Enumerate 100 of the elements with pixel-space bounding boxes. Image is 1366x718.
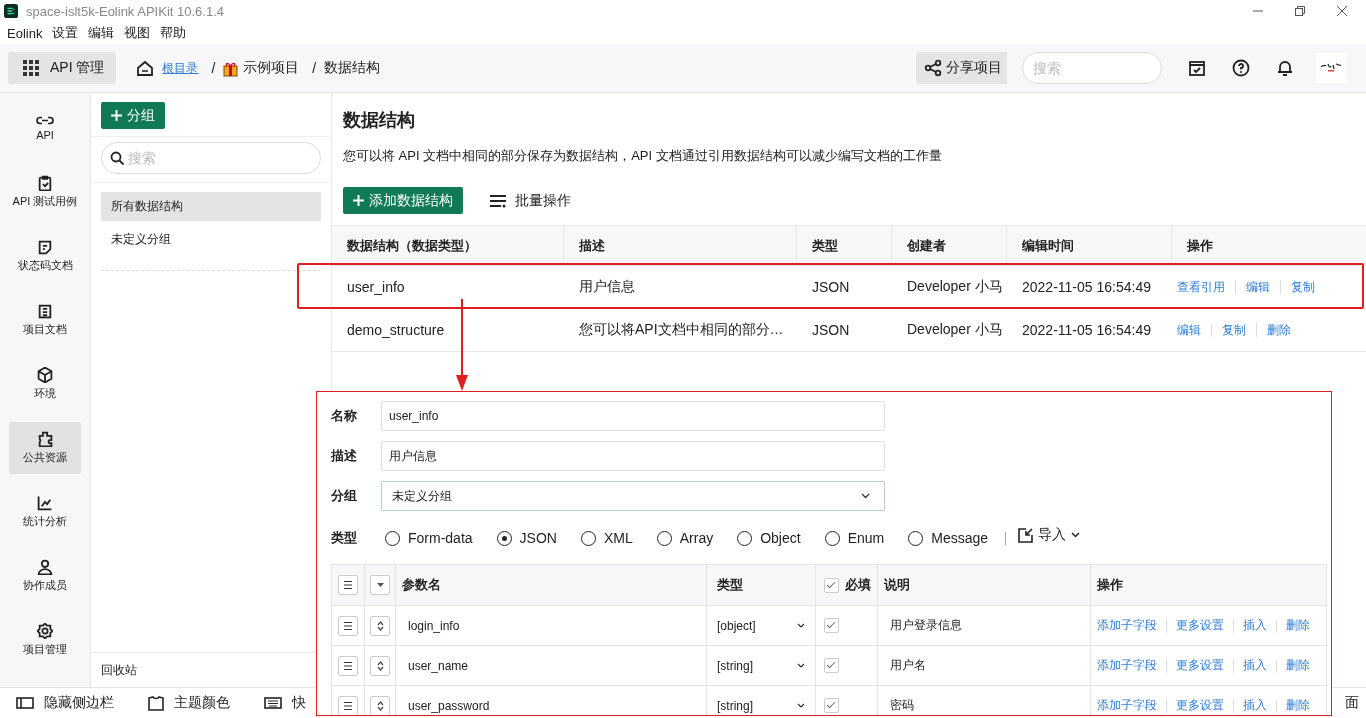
bottom-bar-item[interactable]: 快 xyxy=(264,694,306,712)
nav-icon xyxy=(36,115,54,126)
text-field[interactable]: user_info xyxy=(381,401,885,431)
field-label: 名称 xyxy=(331,407,358,425)
bottom-bar-item[interactable]: 主题颜色 xyxy=(148,694,230,712)
radio-label[interactable]: Object xyxy=(760,530,801,546)
action-link[interactable]: 复制 xyxy=(1222,321,1246,339)
nav-item[interactable]: 公共资源 xyxy=(9,422,81,474)
action-link[interactable]: 删除 xyxy=(1286,657,1310,674)
table-cell-text: 2022-11-05 16:54:49 xyxy=(1021,321,1152,340)
add-structure-button[interactable]: 添加数据结构 xyxy=(343,187,463,214)
action-link[interactable]: 添加子字段 xyxy=(1097,697,1157,714)
action-link[interactable]: 编辑 xyxy=(1246,278,1270,296)
action-link[interactable]: 复制 xyxy=(1291,278,1315,296)
sort-button[interactable] xyxy=(370,655,390,676)
bottom-bar-item[interactable]: 隐藏侧边栏 xyxy=(16,694,114,712)
nav-item[interactable]: 项目文档 xyxy=(9,294,81,346)
action-link[interactable]: 删除 xyxy=(1286,697,1310,714)
nav-item[interactable]: API 测试用例 xyxy=(9,166,81,218)
action-link[interactable]: 插入 xyxy=(1243,697,1267,714)
row-menu-button[interactable] xyxy=(338,575,358,595)
group-search-field[interactable]: 搜索 xyxy=(101,142,321,174)
table-cell-text: demo_structure xyxy=(346,321,446,340)
radio-label[interactable]: Array xyxy=(679,530,714,546)
sort-button[interactable] xyxy=(370,615,390,636)
text-field[interactable]: 用户信息 xyxy=(381,441,885,471)
column-header: 操作 xyxy=(1096,576,1124,594)
nav-item[interactable]: 统计分析 xyxy=(9,486,81,538)
column-header: 创建者 xyxy=(892,226,1007,265)
action-link[interactable]: 添加子字段 xyxy=(1097,617,1157,634)
calendar-check-icon[interactable] xyxy=(1188,59,1206,77)
action-link[interactable]: 删除 xyxy=(1286,617,1310,634)
row-menu-button[interactable] xyxy=(338,615,358,636)
help-icon[interactable] xyxy=(1232,59,1250,77)
nav-item[interactable]: API xyxy=(9,102,81,154)
column-header: 必填 xyxy=(845,576,871,594)
checkbox[interactable] xyxy=(824,618,839,633)
menu-item[interactable]: 编辑 xyxy=(88,24,115,42)
param-name-cell[interactable]: user_password xyxy=(396,686,707,715)
close-icon[interactable] xyxy=(1336,5,1348,17)
home-icon xyxy=(136,59,155,77)
bottom-bar-item[interactable]: 面 xyxy=(1345,694,1359,712)
checkbox[interactable] xyxy=(824,698,839,713)
action-link[interactable]: 添加子字段 xyxy=(1097,657,1157,674)
menu-item[interactable]: Eolink xyxy=(7,25,43,41)
nav-icon xyxy=(37,495,53,511)
import-button[interactable]: 导入 xyxy=(1018,526,1081,544)
radio-label[interactable]: XML xyxy=(603,530,633,546)
table-cell[interactable]: 密码 xyxy=(878,686,1091,715)
menu-item[interactable]: 设置 xyxy=(52,24,79,42)
menu-icon xyxy=(343,580,353,590)
action-link[interactable]: 更多设置 xyxy=(1176,657,1224,674)
batch-operation-button[interactable]: 批量操作 xyxy=(483,190,577,211)
restore-icon[interactable] xyxy=(1294,5,1306,17)
notification-bell-icon[interactable] xyxy=(1276,59,1294,77)
param-name-cell[interactable]: user_name xyxy=(396,646,707,685)
nav-item[interactable]: 协作成员 xyxy=(9,550,81,602)
table-cell[interactable]: 用户名 xyxy=(878,646,1091,685)
menu-item[interactable]: 视图 xyxy=(124,24,151,42)
share-button[interactable]: 分享项目 xyxy=(916,52,1007,84)
radio-label[interactable]: Enum xyxy=(847,530,885,546)
recycle-bin-link[interactable]: 回收站 xyxy=(101,663,137,677)
action-link[interactable]: 更多设置 xyxy=(1176,617,1224,634)
param-name-cell[interactable]: login_info xyxy=(396,606,707,645)
type-select[interactable]: [object] xyxy=(717,618,805,633)
sort-button[interactable] xyxy=(370,695,390,715)
breadcrumb-item[interactable]: 示例项目 xyxy=(243,59,300,77)
sidebar-icon xyxy=(16,697,34,709)
action-link[interactable]: 插入 xyxy=(1243,657,1267,674)
group-item[interactable]: 未定义分组 xyxy=(101,225,321,254)
checkbox[interactable] xyxy=(824,658,839,673)
row-menu-button[interactable] xyxy=(338,695,358,715)
table-cell-text: JSON xyxy=(811,321,851,340)
group-item[interactable]: 所有数据结构 xyxy=(101,192,321,221)
radio-label[interactable]: Message xyxy=(931,530,989,546)
table-cell[interactable]: 用户登录信息 xyxy=(878,606,1091,645)
type-select[interactable]: [string] xyxy=(717,698,805,713)
action-link[interactable]: 插入 xyxy=(1243,617,1267,634)
type-select[interactable]: [string] xyxy=(717,658,805,673)
action-link[interactable]: 编辑 xyxy=(1177,321,1201,339)
menu-item[interactable]: 帮助 xyxy=(160,24,187,42)
module-button[interactable]: API 管理 xyxy=(8,52,117,84)
radio-label[interactable]: JSON xyxy=(519,530,557,546)
nav-icon xyxy=(37,623,53,639)
radio-label[interactable]: Form-data xyxy=(408,530,473,546)
row-menu-button[interactable] xyxy=(338,655,358,676)
checkbox[interactable] xyxy=(824,577,839,593)
search-field[interactable]: 搜索 xyxy=(1022,52,1162,84)
field-label: 类型 xyxy=(331,529,358,547)
breadcrumb-link[interactable]: 根目录 xyxy=(162,59,199,77)
action-link[interactable]: 更多设置 xyxy=(1176,697,1224,714)
nav-item[interactable]: 环境 xyxy=(9,358,81,410)
group-select[interactable]: 未定义分组 xyxy=(381,481,885,511)
expand-button[interactable] xyxy=(370,575,390,595)
menu-icon xyxy=(343,700,353,711)
add-group-button[interactable]: 分组 xyxy=(101,102,165,129)
nav-item[interactable]: 状态码文档 xyxy=(9,230,81,282)
nav-item[interactable]: 项目管理 xyxy=(9,614,81,666)
action-link[interactable]: 删除 xyxy=(1267,321,1291,339)
action-link[interactable]: 查看引用 xyxy=(1177,278,1225,296)
